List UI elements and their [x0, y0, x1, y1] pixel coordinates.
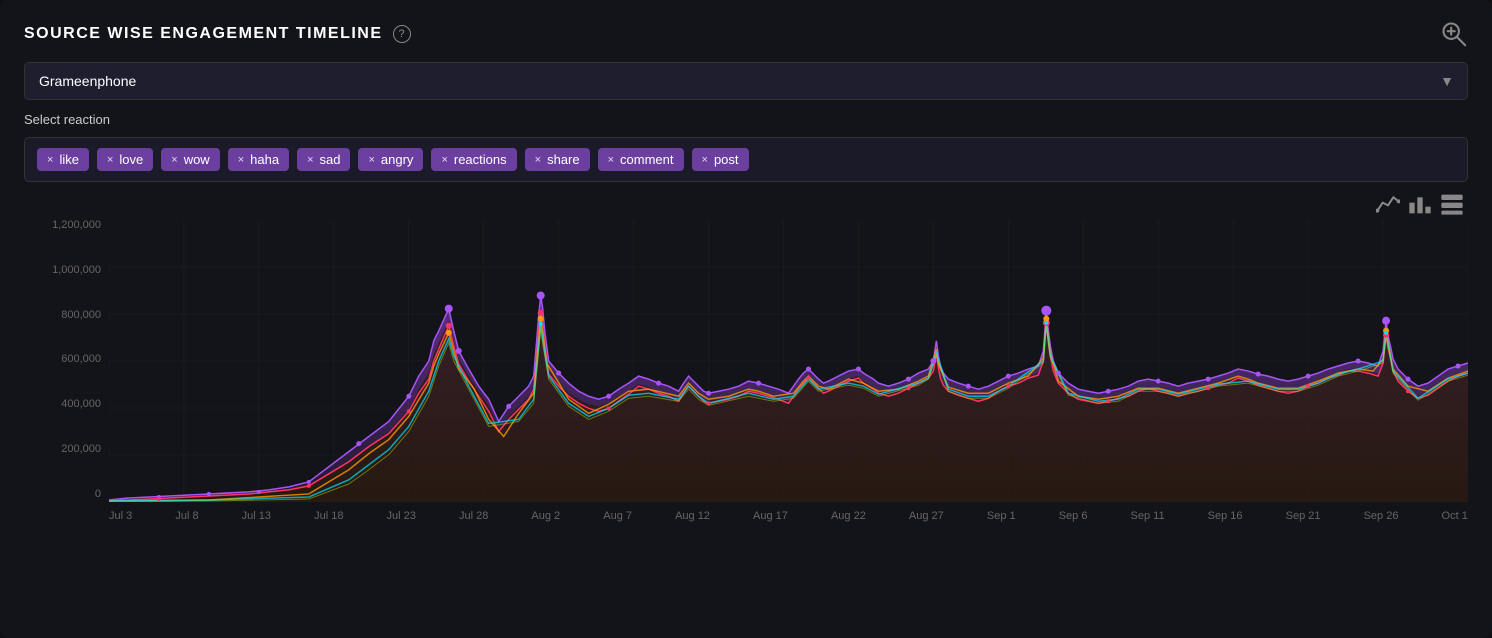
x-label-sep21: Sep 21 [1286, 510, 1321, 522]
svg-chart [109, 220, 1468, 502]
x-label-aug2: Aug 2 [531, 510, 560, 522]
bar-chart-icon[interactable] [1408, 192, 1432, 216]
x-label-jul13: Jul 13 [242, 510, 271, 522]
tag-like-label: like [59, 152, 79, 167]
tag-love-label: love [119, 152, 143, 167]
tag-love[interactable]: × love [97, 148, 153, 171]
tag-wow-label: wow [184, 152, 210, 167]
tag-love-close[interactable]: × [107, 154, 113, 166]
tag-reactions-label: reactions [454, 152, 507, 167]
chart-controls [24, 192, 1468, 216]
tag-haha-close[interactable]: × [238, 154, 244, 166]
tag-wow-close[interactable]: × [171, 154, 177, 166]
reaction-label: Select reaction [24, 112, 1468, 127]
x-label-sep6: Sep 6 [1059, 510, 1088, 522]
main-container: SOURCE WISE ENGAGEMENT TIMELINE ? Gramee… [0, 0, 1492, 638]
tag-share-close[interactable]: × [535, 154, 541, 166]
x-label-aug17: Aug 17 [753, 510, 788, 522]
x-axis: Jul 3 Jul 8 Jul 13 Jul 18 Jul 23 Jul 28 … [109, 502, 1468, 530]
y-label-800000: 800,000 [61, 310, 101, 321]
x-label-jul28: Jul 28 [459, 510, 488, 522]
tag-comment-close[interactable]: × [608, 154, 614, 166]
tag-share-label: share [547, 152, 580, 167]
x-label-aug27: Aug 27 [909, 510, 944, 522]
dropdown-wrapper: Grameenphone ▼ [24, 62, 1468, 100]
x-label-aug12: Aug 12 [675, 510, 710, 522]
tag-comment-label: comment [620, 152, 673, 167]
x-label-jul18: Jul 18 [314, 510, 343, 522]
tag-angry[interactable]: × angry [358, 148, 423, 171]
header-row: SOURCE WISE ENGAGEMENT TIMELINE ? [24, 20, 1468, 48]
tag-wow[interactable]: × wow [161, 148, 219, 171]
stack-icon[interactable] [1440, 192, 1464, 216]
tag-sad-label: sad [320, 152, 341, 167]
tag-post-close[interactable]: × [702, 154, 708, 166]
tag-post-label: post [714, 152, 739, 167]
x-label-sep1: Sep 1 [987, 510, 1016, 522]
source-dropdown[interactable]: Grameenphone [24, 62, 1468, 100]
title-group: SOURCE WISE ENGAGEMENT TIMELINE ? [24, 25, 411, 43]
tag-angry-close[interactable]: × [368, 154, 374, 166]
x-label-aug7: Aug 7 [603, 510, 632, 522]
y-label-600000: 600,000 [61, 354, 101, 365]
tag-haha-label: haha [250, 152, 279, 167]
y-label-400000: 400,000 [61, 399, 101, 410]
y-label-1200000: 1,200,000 [52, 220, 101, 231]
x-label-sep16: Sep 16 [1208, 510, 1243, 522]
tags-container: × like × love × wow × haha × sad × angry… [24, 137, 1468, 182]
tag-haha[interactable]: × haha [228, 148, 289, 171]
x-label-sep26: Sep 26 [1364, 510, 1399, 522]
y-label-1000000: 1,000,000 [52, 265, 101, 276]
y-label-200000: 200,000 [61, 444, 101, 455]
line-chart-icon[interactable] [1376, 192, 1400, 216]
x-label-jul8: Jul 8 [175, 510, 198, 522]
tag-sad[interactable]: × sad [297, 148, 350, 171]
tag-share[interactable]: × share [525, 148, 590, 171]
dropdown-row: Grameenphone ▼ [24, 62, 1468, 100]
x-label-sep11: Sep 11 [1131, 510, 1165, 522]
tag-post[interactable]: × post [692, 148, 749, 171]
tag-reactions-close[interactable]: × [441, 154, 447, 166]
help-icon[interactable]: ? [393, 25, 411, 43]
tag-like[interactable]: × like [37, 148, 89, 171]
tag-comment[interactable]: × comment [598, 148, 684, 171]
tag-angry-label: angry [381, 152, 414, 167]
x-label-aug22: Aug 22 [831, 510, 866, 522]
page-title: SOURCE WISE ENGAGEMENT TIMELINE [24, 25, 383, 43]
x-label-jul3: Jul 3 [109, 510, 132, 522]
y-label-0: 0 [95, 489, 101, 500]
chart-area: 1,200,000 1,000,000 800,000 600,000 400,… [24, 220, 1468, 530]
zoom-icon[interactable] [1440, 20, 1468, 48]
tag-like-close[interactable]: × [47, 154, 53, 166]
y-axis: 1,200,000 1,000,000 800,000 600,000 400,… [24, 220, 109, 500]
x-label-oct1: Oct 1 [1442, 510, 1468, 522]
tag-reactions[interactable]: × reactions [431, 148, 516, 171]
x-label-jul23: Jul 23 [387, 510, 416, 522]
tag-sad-close[interactable]: × [307, 154, 313, 166]
